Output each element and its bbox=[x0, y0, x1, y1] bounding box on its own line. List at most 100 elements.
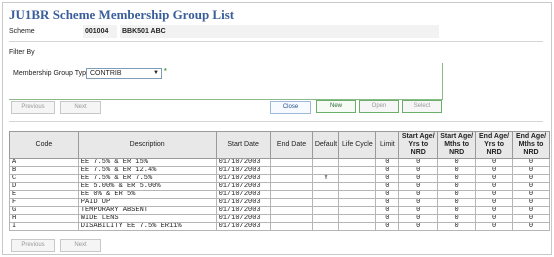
column-header-start-date[interactable]: Start Date bbox=[215, 131, 271, 159]
table-row[interactable]: H WIDE LENS 01/10/2003 0 0 0 0 0 bbox=[9, 214, 550, 223]
column-header-end-age-yrs[interactable]: End Age/ Yrs to NRD bbox=[475, 131, 514, 159]
cell-description: EE 7.5% & ER 15% bbox=[77, 158, 217, 167]
previous-button-bottom[interactable]: Previous bbox=[11, 239, 55, 252]
table-row[interactable]: I DISABILITY EE 7.5% ER11% 01/10/2003 0 0 0 0 0 bbox=[9, 222, 550, 231]
cell-limit: 0 bbox=[375, 206, 400, 215]
cell-default bbox=[312, 158, 340, 167]
table-header-row: Code Description Start Date End Date Def… bbox=[9, 131, 550, 159]
cell-limit: 0 bbox=[375, 158, 400, 167]
divider bbox=[9, 121, 543, 122]
column-header-description[interactable]: Description bbox=[77, 131, 217, 159]
cell-start-date: 01/10/2003 bbox=[215, 158, 271, 167]
cell-code: I bbox=[9, 222, 79, 231]
cell-description: EE 7.5% & ER 12.4% bbox=[77, 166, 217, 175]
cell-code: D bbox=[9, 182, 79, 191]
cell-code: B bbox=[9, 166, 79, 175]
cell-end-age-mths: 0 bbox=[512, 206, 550, 215]
cell-end-age-yrs: 0 bbox=[475, 166, 514, 175]
column-header-end-date[interactable]: End Date bbox=[269, 131, 314, 159]
required-marker: * bbox=[164, 68, 167, 75]
table-row[interactable]: C EE 7.5% & ER 7.5% 01/10/2003 Y 0 0 0 0 0 bbox=[9, 174, 550, 183]
next-button-top[interactable]: Next bbox=[60, 101, 101, 114]
cell-start-age-mths: 0 bbox=[437, 190, 477, 199]
cell-life-cycle bbox=[338, 222, 377, 231]
cell-start-date: 01/10/2003 bbox=[215, 214, 271, 223]
scheme-row: Scheme 001004 BBK501 ABC bbox=[9, 25, 543, 39]
cell-start-age-yrs: 0 bbox=[398, 206, 439, 215]
column-header-code[interactable]: Code bbox=[9, 131, 79, 159]
column-header-default[interactable]: Default bbox=[312, 131, 340, 159]
cell-life-cycle bbox=[338, 166, 377, 175]
cell-end-date bbox=[269, 190, 314, 199]
cell-life-cycle bbox=[338, 214, 377, 223]
table-row[interactable]: B EE 7.5% & ER 12.4% 01/10/2003 0 0 0 0 0 bbox=[9, 166, 550, 175]
table-row[interactable]: G TEMPORARY ABSENT 01/10/2003 0 0 0 0 0 bbox=[9, 206, 550, 215]
cell-end-date bbox=[269, 158, 314, 167]
cell-limit: 0 bbox=[375, 182, 400, 191]
cell-end-age-yrs: 0 bbox=[475, 190, 514, 199]
close-button[interactable]: Close bbox=[270, 101, 311, 114]
cell-end-age-mths: 0 bbox=[512, 198, 550, 207]
column-header-start-age-mths[interactable]: Start Age/ Mths to NRD bbox=[437, 131, 477, 159]
column-header-start-age-yrs[interactable]: Start Age/ Yrs to NRD bbox=[398, 131, 439, 159]
cell-start-age-yrs: 0 bbox=[398, 166, 439, 175]
cell-default bbox=[312, 206, 340, 215]
table-row[interactable]: A EE 7.5% & ER 15% 01/10/2003 0 0 0 0 0 bbox=[9, 158, 550, 167]
table-row[interactable]: D EE 5.00% & ER 5.00% 01/10/2003 0 0 0 0 0 bbox=[9, 182, 550, 191]
cell-limit: 0 bbox=[375, 166, 400, 175]
cell-end-date bbox=[269, 206, 314, 215]
cell-life-cycle bbox=[338, 174, 377, 183]
cell-description: WIDE LENS bbox=[77, 214, 217, 223]
next-button-bottom[interactable]: Next bbox=[60, 239, 101, 252]
cell-end-date bbox=[269, 166, 314, 175]
cell-end-age-yrs: 0 bbox=[475, 158, 514, 167]
select-button[interactable]: Select bbox=[402, 100, 442, 113]
table-row[interactable]: F PAID UP 01/10/2003 0 0 0 0 0 bbox=[9, 198, 550, 207]
group-type-select[interactable]: CONTRIB ▼ bbox=[86, 68, 162, 79]
cell-start-age-mths: 0 bbox=[437, 182, 477, 191]
divider bbox=[9, 41, 543, 42]
cell-limit: 0 bbox=[375, 190, 400, 199]
cell-default bbox=[312, 166, 340, 175]
previous-button-top[interactable]: Previous bbox=[11, 101, 55, 114]
cell-start-age-mths: 0 bbox=[437, 222, 477, 231]
cell-description: EE 5.00% & ER 5.00% bbox=[77, 182, 217, 191]
cell-limit: 0 bbox=[375, 222, 400, 231]
cell-start-age-yrs: 0 bbox=[398, 222, 439, 231]
cell-start-date: 01/10/2003 bbox=[215, 174, 271, 183]
cell-code: G bbox=[9, 206, 79, 215]
open-button[interactable]: Open bbox=[359, 100, 399, 113]
cell-description: TEMPORARY ABSENT bbox=[77, 206, 217, 215]
column-header-life-cycle[interactable]: Life Cycle bbox=[338, 131, 377, 159]
cell-end-age-mths: 0 bbox=[512, 214, 550, 223]
page-frame: JU1BR Scheme Membership Group List Schem… bbox=[2, 2, 552, 255]
group-type-value: CONTRIB bbox=[90, 70, 122, 77]
cell-default bbox=[312, 222, 340, 231]
cell-description: PAID UP bbox=[77, 198, 217, 207]
cell-start-date: 01/10/2003 bbox=[215, 166, 271, 175]
scheme-label: Scheme bbox=[9, 28, 35, 35]
cell-description: EE 0% & ER 5% bbox=[77, 190, 217, 199]
column-header-end-age-mths[interactable]: End Age/ Mths to NRD bbox=[512, 131, 550, 159]
cell-description: EE 7.5% & ER 7.5% bbox=[77, 174, 217, 183]
chevron-down-icon: ▼ bbox=[153, 70, 159, 76]
cell-start-age-mths: 0 bbox=[437, 198, 477, 207]
cell-start-age-yrs: 0 bbox=[398, 198, 439, 207]
cell-code: E bbox=[9, 190, 79, 199]
column-header-limit[interactable]: Limit bbox=[375, 131, 400, 159]
new-button[interactable]: New bbox=[316, 100, 356, 113]
cell-start-age-mths: 0 bbox=[437, 214, 477, 223]
cell-start-date: 01/10/2003 bbox=[215, 222, 271, 231]
cell-start-age-mths: 0 bbox=[437, 166, 477, 175]
cell-start-date: 01/10/2003 bbox=[215, 182, 271, 191]
page-title: JU1BR Scheme Membership Group List bbox=[9, 7, 235, 22]
cell-start-date: 01/10/2003 bbox=[215, 198, 271, 207]
cell-end-date bbox=[269, 182, 314, 191]
table-row[interactable]: E EE 0% & ER 5% 01/10/2003 0 0 0 0 0 bbox=[9, 190, 550, 199]
cell-default bbox=[312, 214, 340, 223]
scheme-code-field: 001004 bbox=[83, 25, 117, 38]
filter-panel bbox=[9, 63, 443, 100]
cell-life-cycle bbox=[338, 190, 377, 199]
cell-end-age-yrs: 0 bbox=[475, 198, 514, 207]
cell-end-age-mths: 0 bbox=[512, 222, 550, 231]
